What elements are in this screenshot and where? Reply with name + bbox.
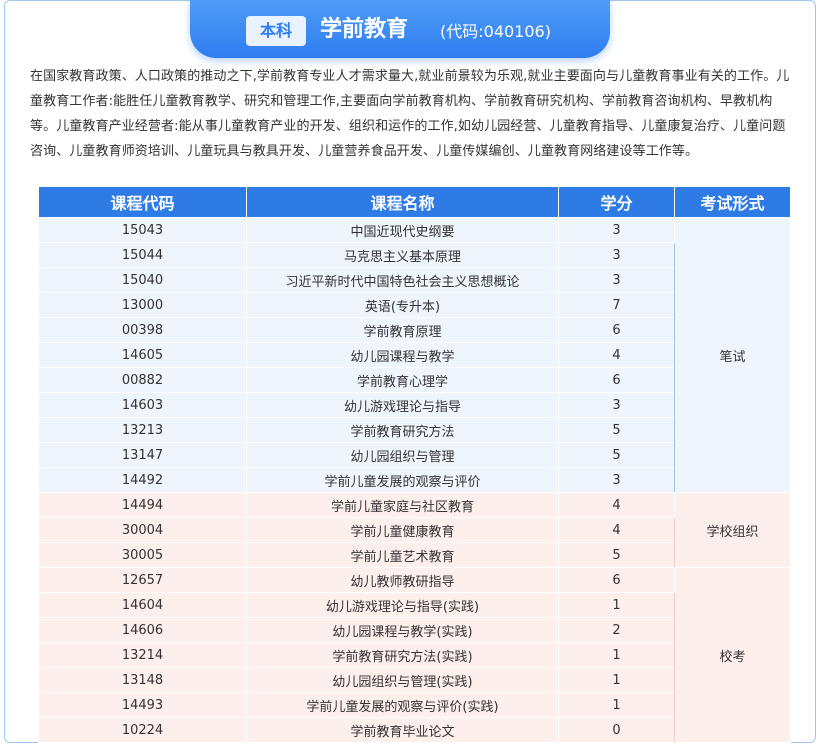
table-header-row: 课程代码 课程名称 学分 考试形式 [38,186,791,218]
course-name-cell: 学前儿童发展的观察与评价 [246,467,559,493]
credit-cell: 7 [558,292,675,318]
course-table: 课程代码 课程名称 学分 考试形式 15043 中国近现代史纲要 3 笔试 15044 马… [38,186,791,743]
course-table-body: 15043 中国近现代史纲要 3 笔试 15044 马克思主义基本原理 3 15040 习近平新… [38,217,791,743]
course-name-cell: 幼儿游戏理论与指导(实践) [246,592,559,618]
course-name-cell: 学前教育研究方法(实践) [246,642,559,668]
exam-form-cell: 校考 [674,567,791,743]
course-code-cell: 13214 [38,642,247,668]
credit-cell: 6 [558,317,675,343]
header-course-name: 课程名称 [246,186,559,218]
course-name-cell: 马克思主义基本原理 [246,242,559,268]
course-name-cell: 学前教育心理学 [246,367,559,393]
credit-cell: 6 [558,567,675,593]
course-code-cell: 15040 [38,267,247,293]
course-name-cell: 学前儿童健康教育 [246,517,559,543]
course-code-cell: 15044 [38,242,247,268]
course-code-cell: 15043 [38,217,247,243]
course-name-cell: 学前儿童艺术教育 [246,542,559,568]
course-name-cell: 幼儿园课程与教学 [246,342,559,368]
intro-paragraph: 在国家教育政策、人口政策的推动之下,学前教育专业人才需求量大,就业前景较为乐观,… [30,69,790,159]
header-tab: 本科 学前教育 (代码:040106) [190,0,610,58]
credit-cell: 5 [558,417,675,443]
exam-form-cell: 笔试 [674,217,791,493]
credit-cell: 3 [558,267,675,293]
table-row: 12657 幼儿教师教研指导 6 校考 [38,567,791,743]
header-course-code: 课程代码 [38,186,247,218]
course-code-cell: 13213 [38,417,247,443]
course-name-cell: 学前教育毕业论文 [246,717,559,743]
credit-cell: 1 [558,642,675,668]
course-name-cell: 幼儿园课程与教学(实践) [246,617,559,643]
credit-cell: 3 [558,242,675,268]
course-code-cell: 13148 [38,667,247,693]
credit-cell: 4 [558,342,675,368]
course-code-cell: 14606 [38,617,247,643]
header-credit: 学分 [558,186,675,218]
table-row: 14494 学前儿童家庭与社区教育 4 学校组织 [38,492,791,568]
header-exam-form: 考试形式 [674,186,791,218]
credit-cell: 1 [558,692,675,718]
course-code-cell: 00398 [38,317,247,343]
course-name-cell: 幼儿教师教研指导 [246,567,559,593]
credit-cell: 5 [558,442,675,468]
major-name: 学前教育 [320,17,409,42]
credit-cell: 4 [558,517,675,543]
course-code-cell: 14604 [38,592,247,618]
credit-cell: 1 [558,592,675,618]
credit-cell: 0 [558,717,675,743]
course-name-cell: 幼儿园组织与管理 [246,442,559,468]
course-code-cell: 14493 [38,692,247,718]
course-name-cell: 学前教育研究方法 [246,417,559,443]
credit-cell: 3 [558,467,675,493]
credit-cell: 4 [558,492,675,518]
degree-badge: 本科 [246,16,306,46]
credit-cell: 3 [558,217,675,243]
major-code: (代码:040106) [440,22,551,41]
credit-cell: 2 [558,617,675,643]
course-name-cell: 英语(专升本) [246,292,559,318]
credit-cell: 5 [558,542,675,568]
course-code-cell: 14605 [38,342,247,368]
course-name-cell: 中国近现代史纲要 [246,217,559,243]
course-name-cell: 学前儿童发展的观察与评价(实践) [246,692,559,718]
course-code-cell: 30005 [38,542,247,568]
course-name-cell: 幼儿游戏理论与指导 [246,392,559,418]
course-name-cell: 习近平新时代中国特色社会主义思想概论 [246,267,559,293]
credit-cell: 1 [558,667,675,693]
course-code-cell: 14494 [38,492,247,518]
course-name-cell: 幼儿园组织与管理(实践) [246,667,559,693]
credit-cell: 6 [558,367,675,393]
course-code-cell: 00882 [38,367,247,393]
course-name-cell: 学前儿童家庭与社区教育 [246,492,559,518]
credit-cell: 3 [558,392,675,418]
course-code-cell: 13147 [38,442,247,468]
exam-form-cell: 学校组织 [674,492,791,568]
course-code-cell: 12657 [38,567,247,593]
table-row: 15043 中国近现代史纲要 3 笔试 [38,217,791,493]
course-code-cell: 13000 [38,292,247,318]
course-name-cell: 学前教育原理 [246,317,559,343]
course-code-cell: 14492 [38,467,247,493]
course-code-cell: 30004 [38,517,247,543]
course-code-cell: 10224 [38,717,247,743]
course-code-cell: 14603 [38,392,247,418]
